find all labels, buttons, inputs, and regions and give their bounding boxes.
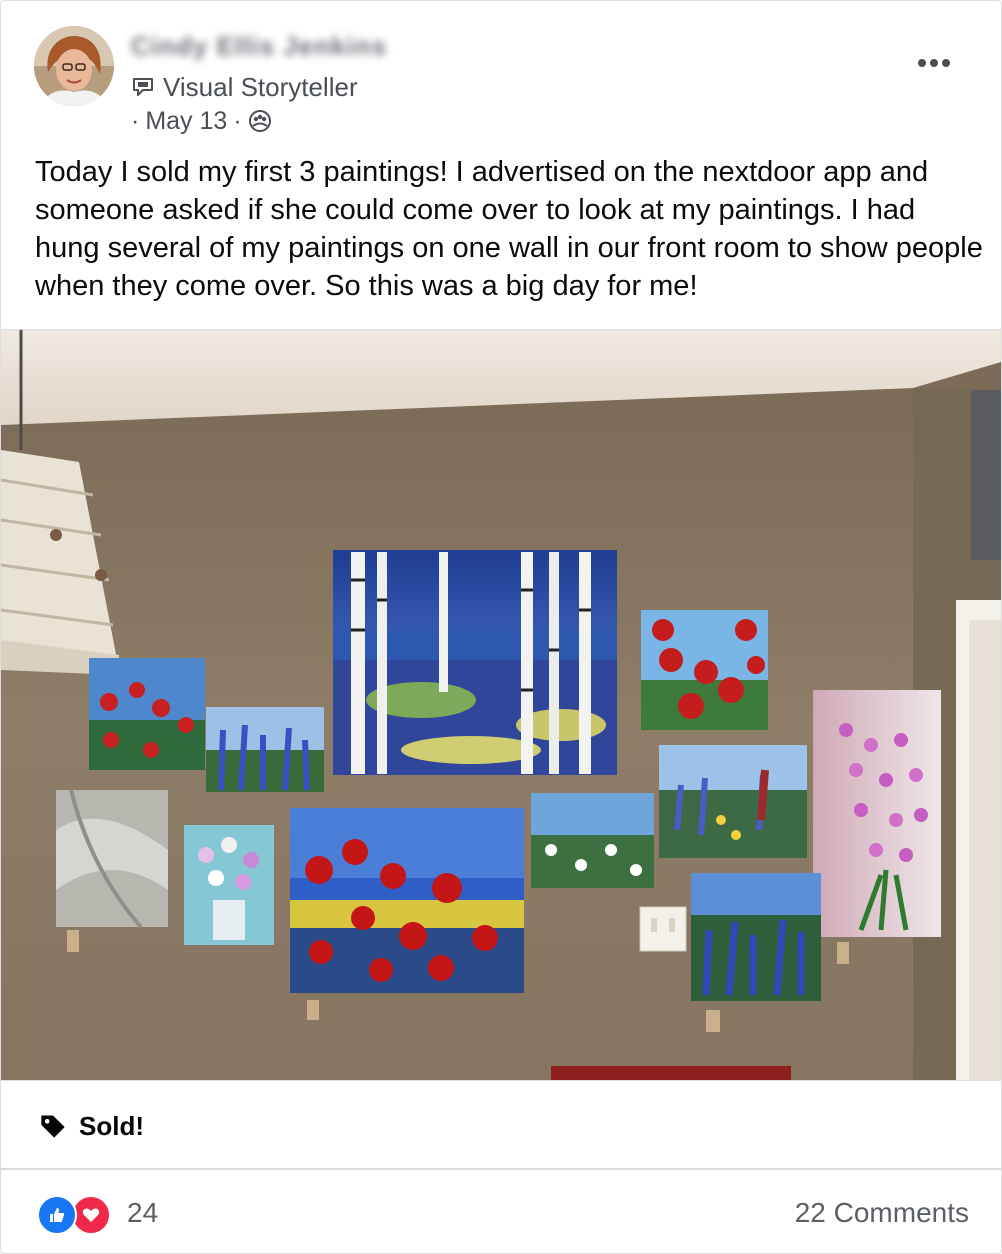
author-avatar[interactable] [34,26,114,106]
reactions-summary[interactable]: 24 [37,1193,159,1235]
comments-count-link[interactable]: 22 Comments [795,1197,969,1229]
painting-red-poppies [641,610,768,730]
group-audience-icon [248,110,271,132]
like-reaction-icon [37,1195,77,1235]
painting-meadow [659,745,807,858]
painting-abstract-silver [56,789,168,929]
post-card: Cindy Ellis Jenkins Visual Storyteller ·… [0,0,1002,1254]
painting-poppies-small [89,658,205,770]
meta-separator: · [233,106,242,135]
price-tag-icon [41,1115,65,1138]
wall-of-paintings-image [1,330,1001,1080]
painting-lupines [206,707,324,792]
post-date[interactable]: May 13 [145,107,227,136]
sold-label: Sold! [79,1110,144,1141]
painting-flower-vase [184,825,274,945]
reaction-count: 24 [127,1197,159,1228]
painting-blue-lupines [691,873,821,1001]
painting-pink-flowers [813,690,941,937]
sale-status: Sold! [39,1107,144,1145]
painting-poppy-field [290,808,524,993]
painting-birch-trees [333,550,617,775]
more-options-icon [918,59,950,67]
love-reaction-icon [71,1195,111,1235]
post-text: Today I sold my first 3 paintings! I adv… [35,156,983,302]
reaction-icons [37,1193,113,1235]
post-photo[interactable] [1,329,1001,1081]
visual-storyteller-badge-icon [133,78,153,96]
avatar-photo [34,26,114,106]
post-meta: · May 13 · [131,105,272,137]
badge-row: Visual Storyteller [131,71,358,103]
author-name[interactable]: Cindy Ellis Jenkins [131,31,387,62]
footer-divider [1,1168,1001,1170]
post-header: Cindy Ellis Jenkins Visual Storyteller ·… [1,1,1001,151]
meta-separator: · [131,106,140,135]
badge-label[interactable]: Visual Storyteller [163,72,358,103]
more-options-button[interactable] [906,46,962,80]
painting-daisies [531,793,654,888]
